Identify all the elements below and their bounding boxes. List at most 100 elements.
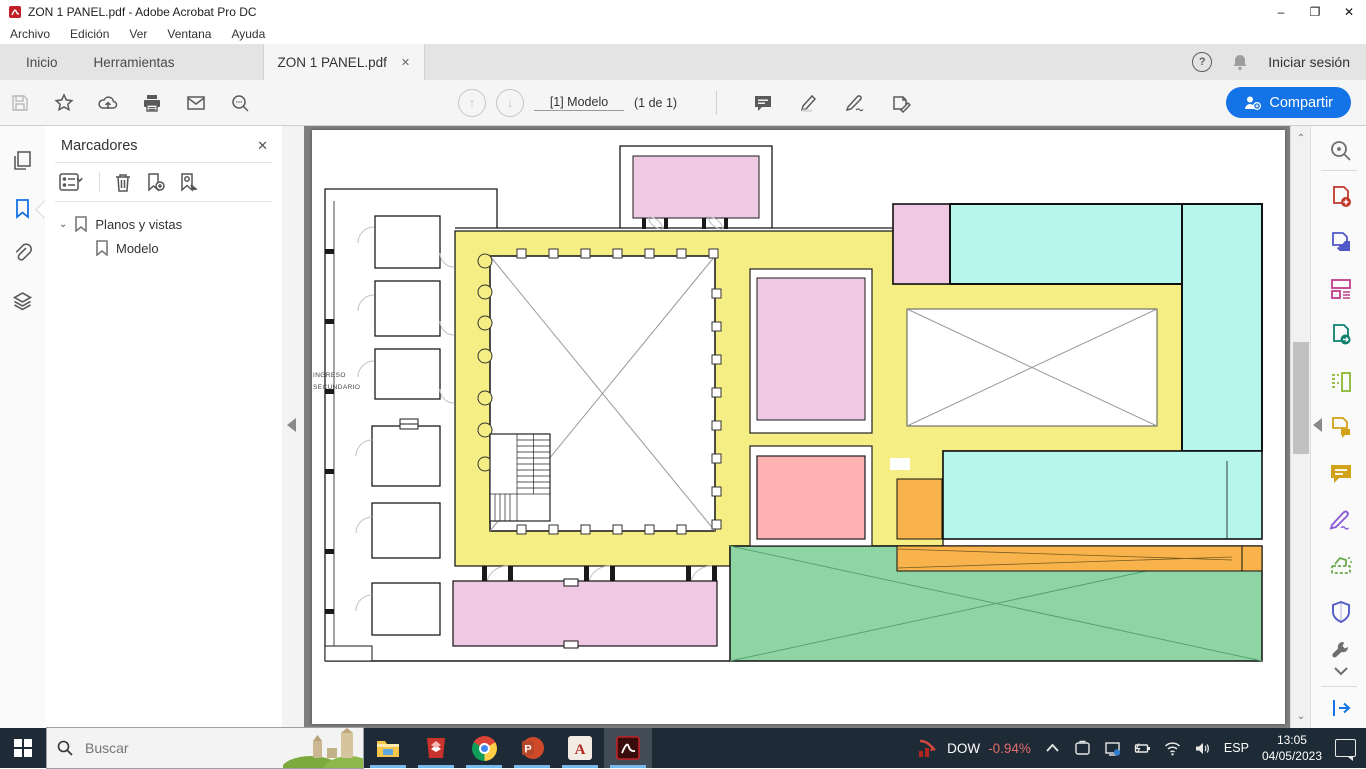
new-bookmark-icon[interactable] (146, 172, 165, 192)
pdf-page[interactable]: INGRESO SECUNDARIO (312, 130, 1285, 724)
expand-tools-pane-icon[interactable] (1331, 698, 1351, 718)
help-icon[interactable]: ? (1192, 52, 1213, 72)
add-person-icon (1245, 96, 1262, 110)
page-thumbnails-icon[interactable] (12, 150, 33, 171)
autocad-icon: A (568, 736, 592, 760)
scroll-up-icon[interactable]: ⌃ (1296, 134, 1306, 144)
fill-sign-icon[interactable] (1329, 508, 1353, 532)
attachments-icon[interactable] (12, 243, 33, 264)
send-file-icon[interactable] (1329, 323, 1353, 347)
comment-icon[interactable] (1329, 462, 1353, 486)
tab-herramientas[interactable]: Herramientas (76, 44, 193, 80)
start-button[interactable] (0, 728, 46, 768)
bookmark-options-icon[interactable] (59, 173, 85, 191)
organize-pages-icon[interactable] (1329, 277, 1353, 301)
page-down-button[interactable]: ↓ (496, 88, 524, 117)
bell-icon[interactable] (1230, 52, 1250, 72)
taskbar-search[interactable] (46, 727, 364, 769)
print-icon[interactable] (142, 93, 162, 113)
workspace: Marcadores ✕ ⌄ Planos y vistas Modelo IN… (0, 126, 1366, 728)
menu-edicion[interactable]: Edición (60, 27, 119, 41)
sign-in-link[interactable]: Iniciar sesión (1268, 54, 1350, 70)
star-favorite-icon[interactable] (54, 92, 74, 113)
menu-ventana[interactable]: Ventana (157, 27, 221, 41)
clock[interactable]: 13:05 04/05/2023 (1262, 732, 1322, 764)
vertical-scrollbar[interactable]: ⌃ ⌄ (1290, 126, 1311, 728)
layers-icon[interactable] (12, 291, 33, 312)
highlighter-icon[interactable] (799, 93, 819, 113)
floor-plan: INGRESO SECUNDARIO (313, 145, 1263, 662)
taskbar-app-chrome[interactable] (460, 728, 508, 768)
search-input[interactable] (83, 739, 237, 757)
page-count-label: (1 de 1) (634, 95, 678, 110)
menu-ayuda[interactable]: Ayuda (221, 27, 275, 41)
page-up-button[interactable]: ↑ (458, 88, 486, 117)
tab-bar: Inicio Herramientas ZON 1 PANEL.pdf ✕ ? … (0, 44, 1366, 80)
bookmark-icon (96, 240, 108, 256)
sign-pen-icon[interactable] (845, 93, 865, 113)
stamp-page-icon[interactable] (891, 93, 911, 113)
clock-date: 04/05/2023 (1261, 749, 1322, 763)
stairs (489, 433, 551, 522)
email-icon[interactable] (186, 93, 206, 113)
delete-bookmark-icon[interactable] (114, 173, 132, 192)
acrobat-icon (616, 736, 640, 760)
stock-symbol: DOW (947, 740, 981, 756)
taskbar-app-acrobat[interactable] (604, 728, 652, 768)
tab-document[interactable]: ZON 1 PANEL.pdf ✕ (262, 44, 426, 80)
chevron-down-icon[interactable]: ⌄ (59, 219, 67, 230)
battery-icon[interactable] (1134, 740, 1151, 757)
document-canvas: INGRESO SECUNDARIO (304, 126, 1290, 728)
taskbar-app-powerpoint[interactable]: P (508, 728, 556, 768)
collapse-left-panel-icon[interactable] (287, 418, 296, 432)
export-pdf-icon[interactable] (1329, 231, 1353, 255)
bookmark-label[interactable]: Modelo (116, 241, 159, 256)
page-number-field[interactable] (534, 94, 624, 111)
scan-ocr-icon[interactable] (1329, 554, 1353, 578)
create-pdf-icon[interactable] (1329, 185, 1353, 209)
windows-logo-icon (14, 739, 32, 757)
go-to-bookmark-icon[interactable] (179, 172, 198, 192)
clock-time: 13:05 (1276, 732, 1307, 747)
tablet-mode-icon[interactable] (1074, 740, 1091, 757)
language-indicator[interactable]: ESP (1224, 741, 1249, 755)
menu-ver[interactable]: Ver (119, 27, 157, 41)
bookmark-label[interactable]: Planos y vistas (95, 217, 182, 232)
bookmarks-close-icon[interactable]: ✕ (257, 138, 268, 154)
comment-note-icon[interactable] (753, 93, 773, 113)
protect-icon[interactable] (1329, 600, 1353, 624)
close-button[interactable]: ✕ (1332, 0, 1366, 24)
more-tools-icon[interactable] (1331, 640, 1351, 660)
collapse-right-panel-icon[interactable] (1313, 418, 1322, 432)
tray-chevron-up-icon[interactable] (1044, 740, 1061, 757)
edit-pdf-icon[interactable] (1329, 370, 1353, 394)
chevron-down-icon[interactable] (1333, 666, 1349, 676)
search-icon (57, 740, 73, 756)
find-icon[interactable] (230, 93, 250, 113)
bookmark-item-child[interactable]: Modelo (51, 236, 276, 260)
minimize-button[interactable]: – (1264, 0, 1298, 24)
taskbar-app-file-explorer[interactable] (364, 728, 412, 768)
toolbar-divider (716, 90, 717, 115)
stock-widget[interactable]: DOW -0.94% (917, 738, 1031, 758)
request-signatures-icon[interactable] (1329, 416, 1353, 440)
share-button[interactable]: Compartir (1226, 87, 1351, 118)
taskbar-app-sketchup[interactable] (412, 728, 460, 768)
save-icon[interactable] (10, 93, 30, 113)
maximize-button[interactable]: ❐ (1298, 0, 1332, 24)
bookmark-item-parent[interactable]: ⌄ Planos y vistas (51, 212, 276, 236)
cloud-upload-icon[interactable] (98, 93, 118, 113)
wifi-icon[interactable] (1164, 740, 1181, 757)
menu-archivo[interactable]: Archivo (0, 27, 60, 41)
action-center-icon[interactable] (1335, 739, 1356, 761)
scrollbar-thumb[interactable] (1293, 342, 1309, 454)
scroll-down-icon[interactable]: ⌄ (1296, 712, 1306, 722)
volume-icon[interactable] (1194, 740, 1211, 757)
search-tools-icon[interactable] (1329, 139, 1353, 163)
tab-inicio[interactable]: Inicio (8, 44, 76, 80)
file-explorer-icon (377, 741, 399, 757)
taskbar-app-autocad[interactable]: A (556, 728, 604, 768)
display-cast-icon[interactable] (1104, 740, 1121, 757)
bookmarks-icon[interactable] (12, 198, 33, 219)
tab-close-icon[interactable]: ✕ (401, 56, 410, 69)
